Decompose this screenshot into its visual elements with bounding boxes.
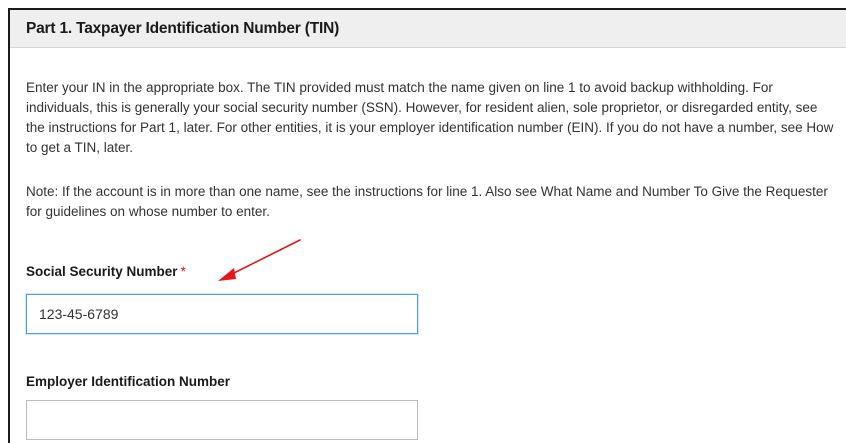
- arrow-icon: [218, 239, 301, 281]
- section-title: Part 1. Taxpayer Identification Number (…: [26, 20, 340, 37]
- intro-paragraph: Enter your IN in the appropriate box. Th…: [26, 80, 834, 155]
- note-paragraph: Note: If the account is in more than one…: [26, 184, 828, 219]
- ssn-input[interactable]: [26, 294, 418, 334]
- ssn-label-text: Social Security Number: [26, 264, 178, 279]
- section-header: Part 1. Taxpayer Identification Number (…: [10, 10, 846, 48]
- tin-form-section: Part 1. Taxpayer Identification Number (…: [8, 8, 846, 443]
- ssn-label: Social Security Number *: [26, 264, 186, 279]
- ein-label-text: Employer Identification Number: [26, 374, 231, 389]
- ein-input[interactable]: [26, 400, 418, 440]
- required-asterisk: *: [180, 264, 186, 279]
- ein-label: Employer Identification Number: [26, 374, 230, 389]
